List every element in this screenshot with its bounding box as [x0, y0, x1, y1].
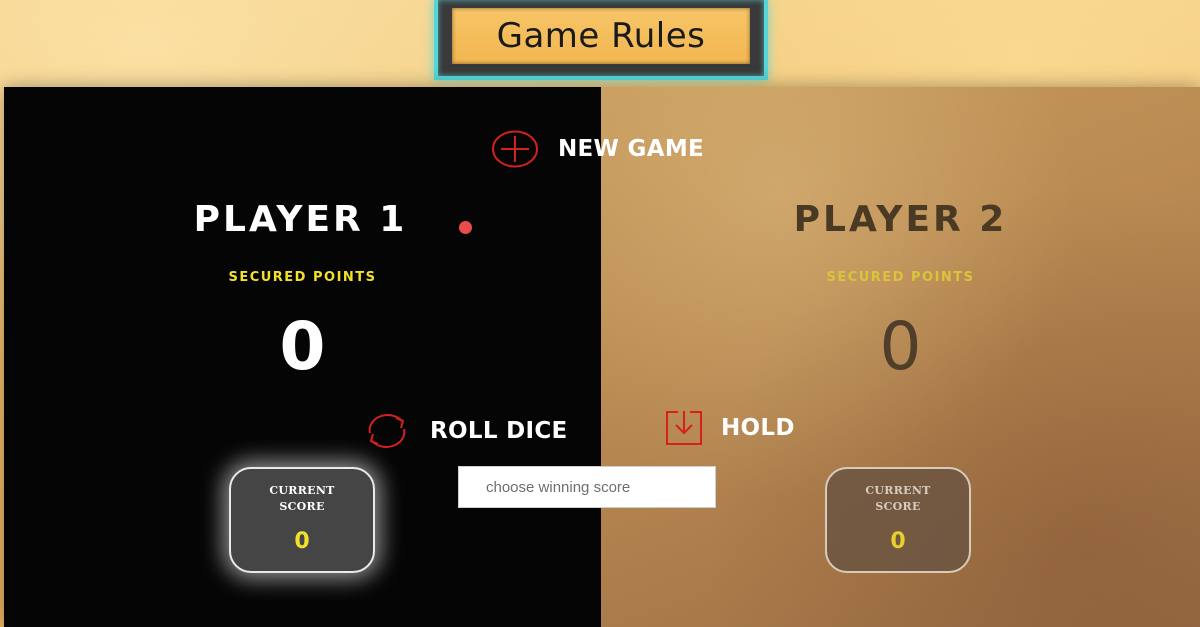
player-2-name: PLAYER 2 [793, 199, 1008, 240]
roll-dice-button[interactable]: ROLL DICE [360, 409, 568, 453]
new-game-label: NEW GAME [558, 136, 705, 162]
current-label-line-2: SCORE [279, 500, 325, 513]
current-label-line-1: CURRENT [269, 484, 335, 497]
hold-label: HOLD [721, 415, 795, 441]
player-1-current-score: 0 [294, 529, 310, 554]
player-1-current-label: CURRENT SCORE [231, 483, 373, 515]
player-2-current-score-box: CURRENT SCORE 0 [825, 467, 971, 573]
game-rules-frame: Game Rules [434, 0, 768, 80]
plus-circle-icon [490, 129, 540, 169]
player-1-secured-label: SECURED POINTS [228, 270, 377, 285]
game-rules-label: Game Rules [496, 16, 706, 56]
player-1-name: PLAYER 1 [193, 199, 408, 240]
roll-dice-label: ROLL DICE [430, 418, 568, 444]
new-game-button[interactable]: NEW GAME [490, 129, 704, 169]
current-label-line-2: SCORE [875, 500, 921, 513]
refresh-icon [360, 409, 414, 453]
player-2-secured-score: 0 [879, 308, 922, 385]
hold-button[interactable]: HOLD [665, 409, 795, 447]
current-label-line-1: CURRENT [865, 484, 931, 497]
game-board: PLAYER 1 SECURED POINTS 0 CURRENT SCORE … [4, 87, 1200, 627]
player-1-current-score-box: CURRENT SCORE 0 [229, 467, 375, 573]
game-rules-button[interactable]: Game Rules [452, 8, 750, 64]
player-1-secured-score: 0 [279, 308, 326, 385]
player-2-current-score: 0 [890, 529, 906, 554]
winning-score-input[interactable] [458, 466, 716, 508]
active-player-indicator [459, 221, 472, 234]
download-icon [665, 409, 703, 447]
player-2-secured-label: SECURED POINTS [826, 270, 975, 285]
player-2-current-label: CURRENT SCORE [827, 483, 969, 515]
